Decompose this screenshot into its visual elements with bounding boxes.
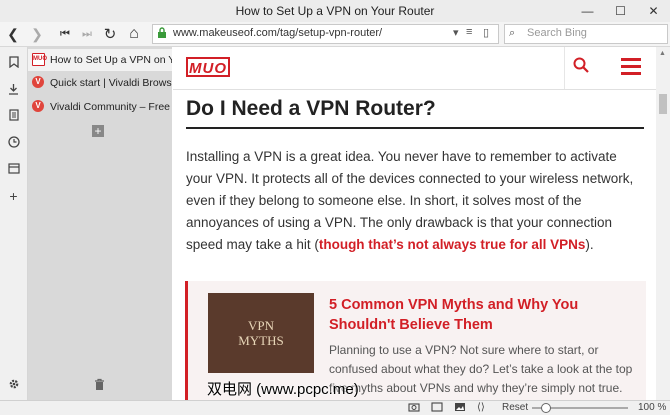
close-button[interactable]: ✕ [637, 0, 670, 22]
article-paragraph: Installing a VPN is a great idea. You ne… [186, 146, 646, 256]
muo-favicon-icon: MUO [32, 53, 47, 66]
site-header: MUO [173, 47, 656, 90]
new-tab-icon[interactable]: + [92, 125, 104, 137]
download-icon[interactable] [4, 79, 23, 98]
title-bar: How to Set Up a VPN on Your Router — ☐ ✕ [0, 0, 670, 22]
window-controls: — ☐ ✕ [571, 0, 670, 22]
maximize-button[interactable]: ☐ [604, 0, 637, 22]
bookmark-icon[interactable] [4, 52, 23, 71]
site-logo[interactable]: MUO [186, 57, 230, 77]
home-icon[interactable]: ⌂ [124, 24, 144, 44]
thumbnail-text-vpn: VPN [247, 318, 274, 333]
window-title: How to Set Up a VPN on Your Router [235, 4, 435, 18]
tab-label: Quick start | Vivaldi Browser [50, 77, 172, 89]
zoom-reset-label[interactable]: Reset [502, 402, 528, 413]
site-search-icon[interactable] [573, 57, 589, 78]
forward-icon[interactable]: ❯ [27, 24, 47, 44]
bookmark-page-icon[interactable]: ▯ [483, 26, 489, 39]
header-divider [564, 47, 565, 89]
lock-icon [157, 27, 167, 41]
zoom-slider-handle[interactable] [541, 403, 551, 413]
web-content: MUO Do I Need a VPN Router? Installing a… [173, 47, 656, 400]
related-article-title[interactable]: 5 Common VPN Myths and Why You Shouldn't… [329, 295, 629, 335]
thumbnail-text-myths: MYTHS [238, 333, 284, 348]
rewind-icon[interactable]: ⏮ [55, 24, 75, 44]
tab-item[interactable]: V Quick start | Vivaldi Browser [28, 72, 172, 94]
scrollbar-thumb[interactable] [659, 94, 667, 114]
tab-item[interactable]: MUO How to Set Up a VPN on You [28, 49, 172, 71]
address-bar[interactable]: www.makeuseof.com/tag/setup-vpn-router/ … [152, 24, 499, 44]
related-article-description: Planning to use a VPN? Not sure where to… [329, 343, 633, 395]
trash-icon[interactable] [94, 378, 105, 394]
reader-view-icon[interactable]: ≡ [466, 26, 472, 38]
tab-label: Vivaldi Community – Free we [50, 101, 172, 113]
navigation-bar: ❮ ❯ ⏮ ⏭ ↻ ⌂ www.makeuseof.com/tag/setup-… [0, 22, 670, 47]
reload-icon[interactable]: ↻ [100, 24, 120, 44]
search-placeholder[interactable]: Search Bing [527, 27, 587, 39]
panel-sidebar: + [0, 47, 28, 400]
page-scrollbar[interactable]: ▲ [656, 47, 670, 400]
watermark-text: 双电网 (www.pcpc.me) [207, 381, 359, 398]
tab-label: How to Set Up a VPN on You [50, 54, 172, 66]
tab-panel: MUO How to Set Up a VPN on You V Quick s… [28, 47, 172, 400]
window-panel-icon[interactable] [4, 159, 23, 178]
settings-icon[interactable] [4, 374, 23, 393]
search-field[interactable]: ⌕ Search Bing [504, 24, 668, 44]
notes-icon[interactable] [4, 105, 23, 124]
tiling-icon[interactable] [431, 402, 443, 415]
tab-item[interactable]: V Vivaldi Community – Free we [28, 96, 172, 118]
vivaldi-favicon-icon: V [32, 76, 44, 88]
zoom-level: 100 % [638, 402, 667, 413]
vpn-speed-link[interactable]: though that’s not always true for all VP… [319, 237, 586, 252]
capture-icon[interactable] [408, 402, 420, 415]
search-icon: ⌕ [509, 27, 516, 39]
code-icon[interactable]: ⟨⟩ [477, 402, 485, 413]
add-panel-icon[interactable]: + [4, 186, 23, 205]
article-heading: Do I Need a VPN Router? [186, 97, 644, 129]
status-bar: ⟨⟩ Reset 100 % [0, 400, 670, 415]
vivaldi-favicon-icon: V [32, 100, 44, 112]
zoom-slider[interactable] [532, 403, 628, 413]
fast-forward-icon[interactable]: ⏭ [77, 24, 97, 44]
back-icon[interactable]: ❮ [3, 24, 23, 44]
paragraph-open-paren: ( [310, 237, 319, 252]
dropdown-icon[interactable]: ▾ [453, 26, 459, 39]
vpn-myths-thumbnail[interactable]: VPN MYTHS [208, 293, 314, 373]
paragraph-close-paren: ). [585, 237, 594, 252]
hamburger-menu-icon[interactable] [621, 58, 641, 79]
minimize-button[interactable]: — [571, 0, 604, 22]
url-text[interactable]: www.makeuseof.com/tag/setup-vpn-router/ [173, 27, 382, 39]
scroll-up-icon[interactable]: ▲ [659, 50, 666, 57]
history-icon[interactable] [4, 132, 23, 151]
image-toggle-icon[interactable] [454, 402, 466, 415]
